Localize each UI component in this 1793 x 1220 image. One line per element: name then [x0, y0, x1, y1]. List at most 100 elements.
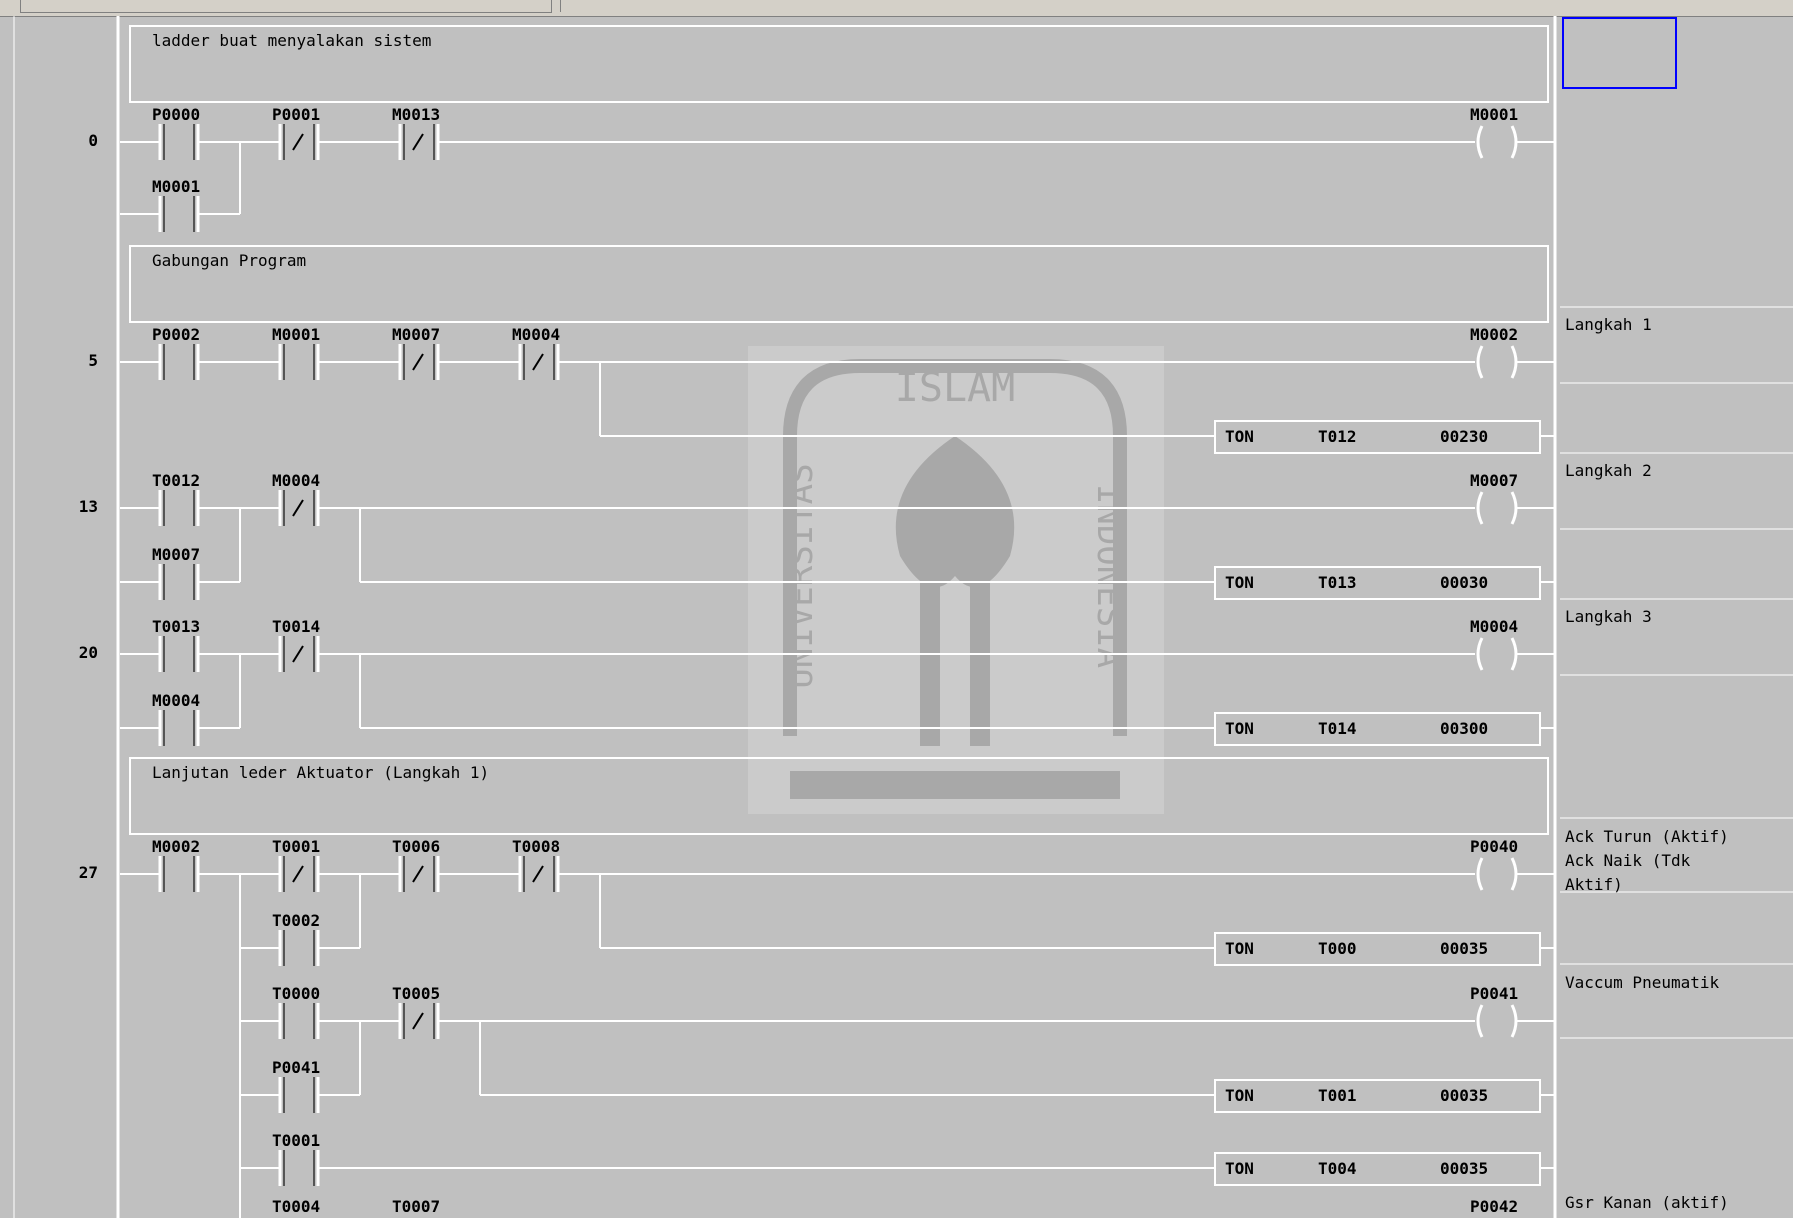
- ladder-contact[interactable]: [118, 488, 242, 528]
- contact-nc[interactable]: [360, 124, 480, 160]
- ladder-contact[interactable]: [238, 1075, 362, 1115]
- ladder-contact[interactable]: [238, 1001, 362, 1041]
- timer-name: T012: [1318, 427, 1357, 446]
- ladder-contact[interactable]: [238, 928, 362, 968]
- step-number: 27: [79, 863, 98, 882]
- ladder-contact[interactable]: [360, 856, 480, 892]
- ladder-editor[interactable]: ISLAM UNIVERSITAS INDONESIA ladder buat …: [0, 16, 1793, 1218]
- coil-label: M0002: [1470, 325, 1518, 344]
- timer-value: 00300: [1440, 719, 1488, 738]
- contact-label: T0004: [272, 1197, 320, 1216]
- step-number: 20: [79, 643, 98, 662]
- ladder-contact[interactable]: [118, 342, 242, 382]
- ladder-contact[interactable]: [240, 856, 360, 892]
- timer-box[interactable]: [1214, 932, 1541, 966]
- contact-label: T0007: [392, 1197, 440, 1216]
- timer-type: TON: [1225, 1086, 1254, 1105]
- comment-text-2: Gabungan Program: [152, 251, 306, 270]
- contact-no[interactable]: [118, 122, 242, 162]
- side-comment: Langkah 2: [1565, 461, 1652, 480]
- coil[interactable]: [1476, 125, 1518, 159]
- contact-label: M0004: [272, 471, 320, 490]
- contact-label: M0001: [272, 325, 320, 344]
- timer-name: T004: [1318, 1159, 1357, 1178]
- side-comment: Langkah 1: [1565, 315, 1652, 334]
- watermark-top-text: ISLAM: [895, 365, 1015, 411]
- timer-name: T013: [1318, 573, 1357, 592]
- comment-text-3: Lanjutan leder Aktuator (Langkah 1): [152, 763, 489, 782]
- timer-box[interactable]: [1214, 712, 1541, 746]
- timer-name: T001: [1318, 1086, 1357, 1105]
- timer-box[interactable]: [1214, 1152, 1541, 1186]
- coil[interactable]: [1476, 857, 1518, 891]
- coil[interactable]: [1476, 345, 1518, 379]
- contact-no[interactable]: [118, 194, 242, 234]
- timer-value: 00030: [1440, 573, 1488, 592]
- contact-label: M0001: [152, 177, 200, 196]
- coil[interactable]: [1476, 637, 1518, 671]
- contact-label: M0007: [392, 325, 440, 344]
- timer-type: TON: [1225, 1159, 1254, 1178]
- timer-value: 00035: [1440, 1159, 1488, 1178]
- step-number: 13: [79, 497, 98, 516]
- timer-type: TON: [1225, 573, 1254, 592]
- ladder-contact[interactable]: [118, 708, 242, 748]
- side-comments: Langkah 1 Langkah 2 Langkah 3 Ack Turun …: [1565, 315, 1729, 1212]
- timer-name: T014: [1318, 719, 1357, 738]
- contact-label: M0013: [392, 105, 440, 124]
- window-top-bar: [0, 0, 1793, 17]
- ladder-contact[interactable]: [118, 562, 242, 602]
- rung-27[interactable]: M0002 T0001 T0006 T0008 P0040 T0002 TON …: [118, 837, 1555, 1218]
- contact-label: T0005: [392, 984, 440, 1003]
- coil-label: M0007: [1470, 471, 1518, 490]
- timer-name: T000: [1318, 939, 1357, 958]
- ladder-contact[interactable]: [360, 344, 480, 380]
- side-comment: Langkah 3: [1565, 607, 1652, 626]
- coil[interactable]: [1476, 1004, 1518, 1038]
- step-number: 0: [88, 131, 98, 150]
- side-comment: Vaccum Pneumatik: [1565, 973, 1719, 992]
- ladder-contact[interactable]: [238, 342, 362, 382]
- timer-value: 00230: [1440, 427, 1488, 446]
- timer-value: 00035: [1440, 939, 1488, 958]
- contact-label: T0006: [392, 837, 440, 856]
- side-comment: Ack Naik (Tdk: [1565, 851, 1691, 870]
- selection-cursor[interactable]: [1562, 17, 1677, 89]
- contact-label: T0013: [152, 617, 200, 636]
- toolbar-divider: [560, 0, 571, 12]
- ladder-contact[interactable]: [240, 490, 360, 526]
- ladder-contact[interactable]: [118, 634, 242, 674]
- timer-box[interactable]: [1214, 566, 1541, 600]
- ladder-contact[interactable]: [238, 1148, 362, 1188]
- timer-type: TON: [1225, 939, 1254, 958]
- contact-label: T0008: [512, 837, 560, 856]
- contact-label: P0000: [152, 105, 200, 124]
- timer-box[interactable]: [1214, 420, 1541, 454]
- timer-value: 00035: [1440, 1086, 1488, 1105]
- contact-label: M0004: [152, 691, 200, 710]
- contact-label: T0000: [272, 984, 320, 1003]
- comment-text-1: ladder buat menyalakan sistem: [152, 31, 431, 50]
- timer-type: TON: [1225, 427, 1254, 446]
- contact-label: M0007: [152, 545, 200, 564]
- ladder-contact[interactable]: [118, 854, 242, 894]
- side-comment: Ack Turun (Aktif): [1565, 827, 1729, 846]
- contact-nc[interactable]: [240, 124, 360, 160]
- comment-box-2[interactable]: [129, 245, 1549, 323]
- contact-label: P0041: [272, 1058, 320, 1077]
- contact-label: M0004: [512, 325, 560, 344]
- side-comment: Gsr Kanan (aktif): [1565, 1193, 1729, 1212]
- ladder-contact[interactable]: [360, 1003, 480, 1039]
- contact-label: P0002: [152, 325, 200, 344]
- coil[interactable]: [1476, 491, 1518, 525]
- contact-label: T0012: [152, 471, 200, 490]
- ladder-contact[interactable]: [480, 344, 600, 380]
- toolbar-field[interactable]: [20, 0, 552, 13]
- ladder-contact[interactable]: [480, 856, 600, 892]
- ladder-contact[interactable]: [240, 636, 360, 672]
- contact-label: P0001: [272, 105, 320, 124]
- step-number: 5: [88, 351, 98, 370]
- coil-label: M0004: [1470, 617, 1518, 636]
- timer-box[interactable]: [1214, 1079, 1541, 1113]
- rung-0[interactable]: P0000 P0001 M0013 M0001 M0001: [118, 105, 1555, 234]
